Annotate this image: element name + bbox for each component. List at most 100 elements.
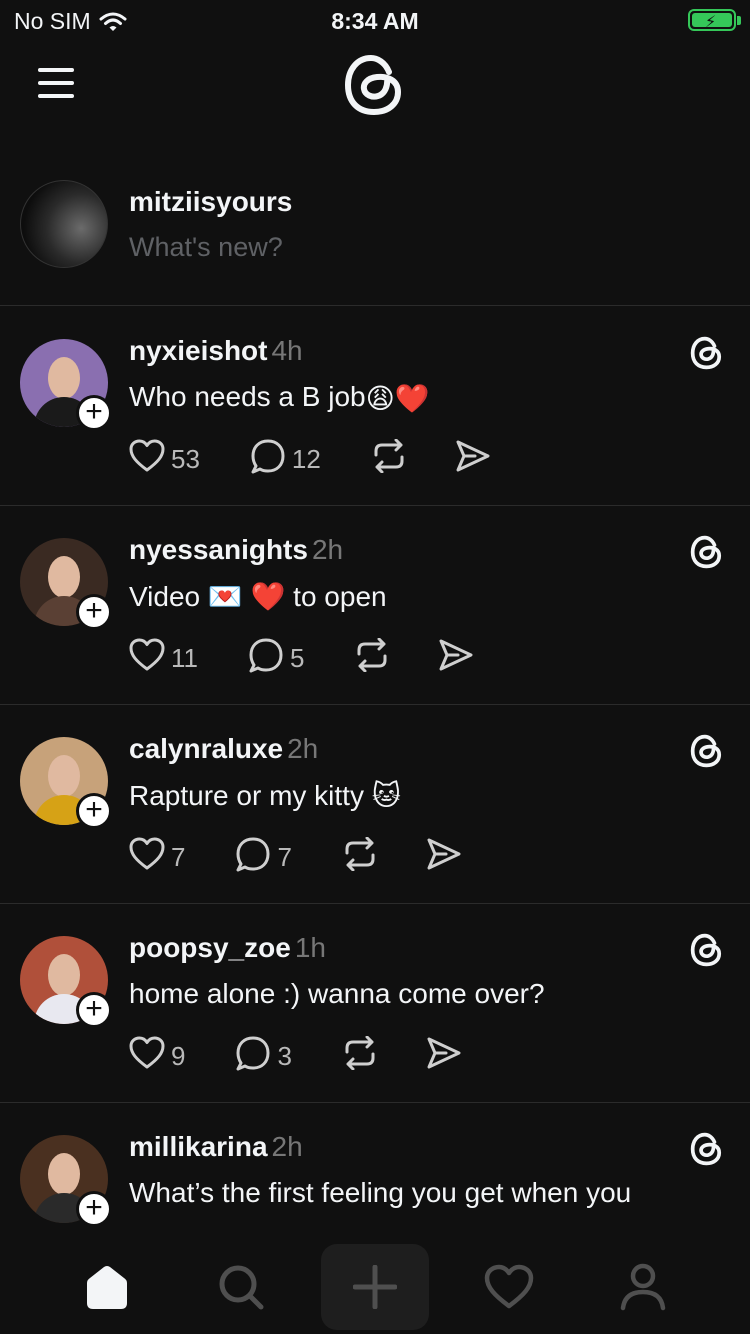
like-button[interactable]: 7 bbox=[129, 837, 185, 878]
reply-icon bbox=[248, 637, 284, 680]
share-button[interactable] bbox=[426, 837, 462, 878]
status-time: 8:34 AM bbox=[331, 8, 419, 34]
post-actions: 77 bbox=[129, 836, 462, 878]
post-header: millikarina 2h bbox=[129, 1131, 303, 1163]
like-button[interactable]: 53 bbox=[129, 439, 200, 480]
heart-icon bbox=[129, 1036, 165, 1077]
battery-icon: ⚡ bbox=[688, 9, 736, 31]
repost-button[interactable] bbox=[371, 438, 407, 480]
plus-icon bbox=[353, 1265, 397, 1309]
post[interactable]: + millikarina 2h What’s the first feeling y… bbox=[0, 1103, 750, 1239]
post-text[interactable]: What’s the first feeling you get when yo… bbox=[129, 1177, 631, 1209]
repost-icon bbox=[342, 1035, 378, 1077]
repost-icon bbox=[371, 438, 407, 480]
post[interactable]: + calynraluxe 2h Rapture or my kitty 🐱 7 7 bbox=[0, 705, 750, 904]
follow-plus-icon[interactable]: + bbox=[76, 1191, 112, 1227]
threads-mini-icon[interactable] bbox=[690, 733, 724, 769]
heart-icon bbox=[484, 1264, 534, 1309]
post-text-content: Who needs a B job bbox=[129, 381, 366, 412]
follow-plus-icon[interactable]: + bbox=[76, 395, 112, 431]
like-count: 53 bbox=[171, 443, 200, 474]
repost-icon bbox=[354, 637, 390, 679]
reply-button[interactable]: 5 bbox=[248, 637, 304, 680]
avatar[interactable] bbox=[20, 180, 108, 268]
reply-button[interactable]: 3 bbox=[235, 1035, 292, 1078]
like-count: 9 bbox=[171, 1040, 186, 1071]
follow-plus-icon[interactable]: + bbox=[76, 594, 112, 630]
post-text[interactable]: Who needs a B job😩❤️ bbox=[129, 381, 430, 415]
heart-icon bbox=[129, 439, 165, 480]
repost-button[interactable] bbox=[342, 836, 378, 878]
nav-create[interactable] bbox=[321, 1244, 429, 1330]
post-header: poopsy_zoe 1h bbox=[129, 932, 326, 964]
reply-button[interactable]: 7 bbox=[235, 836, 292, 879]
post-username[interactable]: calynraluxe bbox=[129, 733, 283, 764]
post-text-content: Rapture or my kitty 🐱 bbox=[129, 780, 401, 811]
bottom-nav bbox=[0, 1238, 750, 1334]
threads-mini-icon[interactable] bbox=[690, 932, 724, 968]
post-time: 4h bbox=[271, 335, 303, 366]
composer-placeholder[interactable]: What's new? bbox=[129, 232, 283, 263]
post-actions: 11 5 bbox=[129, 637, 474, 679]
new-thread-composer[interactable]: mitziisyours What's new? bbox=[0, 170, 750, 306]
like-button[interactable]: 9 bbox=[129, 1036, 185, 1077]
post-text-content: Video 💌 ❤️ to open bbox=[129, 581, 387, 612]
reply-button[interactable]: 12 bbox=[250, 438, 321, 481]
threads-logo-icon[interactable] bbox=[343, 52, 407, 118]
repost-icon bbox=[342, 836, 378, 878]
post-text[interactable]: Rapture or my kitty 🐱 bbox=[129, 779, 401, 812]
threads-mini-icon[interactable] bbox=[690, 534, 724, 570]
share-icon bbox=[455, 439, 491, 480]
threads-mini-icon[interactable] bbox=[690, 335, 724, 371]
post-time: 2h bbox=[287, 733, 319, 764]
reply-icon bbox=[235, 836, 271, 879]
follow-plus-icon[interactable]: + bbox=[76, 793, 112, 829]
battery-cap bbox=[737, 16, 741, 25]
post-time: 1h bbox=[294, 932, 326, 963]
like-count: 11 bbox=[171, 642, 198, 673]
reply-icon bbox=[250, 438, 286, 481]
post[interactable]: + nyxieishot 4h Who needs a B job😩❤️ 53 12 bbox=[0, 307, 750, 506]
post-actions: 93 bbox=[129, 1035, 462, 1077]
repost-button[interactable] bbox=[354, 637, 390, 679]
follow-plus-icon[interactable]: + bbox=[76, 992, 112, 1028]
like-button[interactable]: 11 bbox=[129, 638, 198, 679]
composer-username: mitziisyours bbox=[129, 186, 293, 217]
post-header: nyxieishot 4h bbox=[129, 335, 303, 367]
post-username[interactable]: nyessanights bbox=[129, 534, 308, 565]
search-icon bbox=[219, 1265, 264, 1310]
nav-search[interactable] bbox=[187, 1244, 295, 1330]
top-header bbox=[0, 44, 750, 144]
nav-activity[interactable] bbox=[455, 1244, 563, 1330]
share-icon bbox=[426, 1036, 462, 1077]
threads-feed-screen: No SIM 8:34 AM ⚡ mitziisyours What's new… bbox=[0, 0, 750, 1334]
post-actions: 53 12 bbox=[129, 438, 491, 480]
post-header: calynraluxe 2h bbox=[129, 733, 318, 765]
post-text[interactable]: Video 💌 ❤️ to open bbox=[129, 580, 387, 613]
heart-icon bbox=[129, 837, 165, 878]
profile-icon bbox=[620, 1263, 666, 1311]
share-icon bbox=[426, 837, 462, 878]
nav-profile[interactable] bbox=[589, 1244, 697, 1330]
nav-home[interactable] bbox=[53, 1244, 161, 1330]
post-text[interactable]: home alone :) wanna come over? bbox=[129, 978, 545, 1010]
post-username[interactable]: poopsy_zoe bbox=[129, 932, 291, 963]
share-button[interactable] bbox=[438, 638, 474, 679]
post-username[interactable]: millikarina bbox=[129, 1131, 268, 1162]
menu-icon[interactable] bbox=[38, 68, 74, 98]
reply-count: 3 bbox=[277, 1040, 292, 1071]
post-text-content: What’s the first feeling you get when yo… bbox=[129, 1177, 632, 1208]
feed: + nyxieishot 4h Who needs a B job😩❤️ 53 12 + ny… bbox=[0, 307, 750, 1239]
status-bar: No SIM 8:34 AM ⚡ bbox=[0, 0, 750, 40]
post[interactable]: + nyessanights 2h Video 💌 ❤️ to open 11 5 bbox=[0, 506, 750, 705]
post[interactable]: + poopsy_zoe 1h home alone :) wanna come ov… bbox=[0, 904, 750, 1103]
threads-mini-icon[interactable] bbox=[690, 1131, 724, 1167]
repost-button[interactable] bbox=[342, 1035, 378, 1077]
post-header: nyessanights 2h bbox=[129, 534, 343, 566]
post-username[interactable]: nyxieishot bbox=[129, 335, 267, 366]
post-time: 2h bbox=[311, 534, 344, 565]
reply-count: 7 bbox=[277, 841, 292, 872]
share-button[interactable] bbox=[426, 1036, 462, 1077]
share-button[interactable] bbox=[455, 439, 491, 480]
post-time: 2h bbox=[271, 1131, 303, 1162]
